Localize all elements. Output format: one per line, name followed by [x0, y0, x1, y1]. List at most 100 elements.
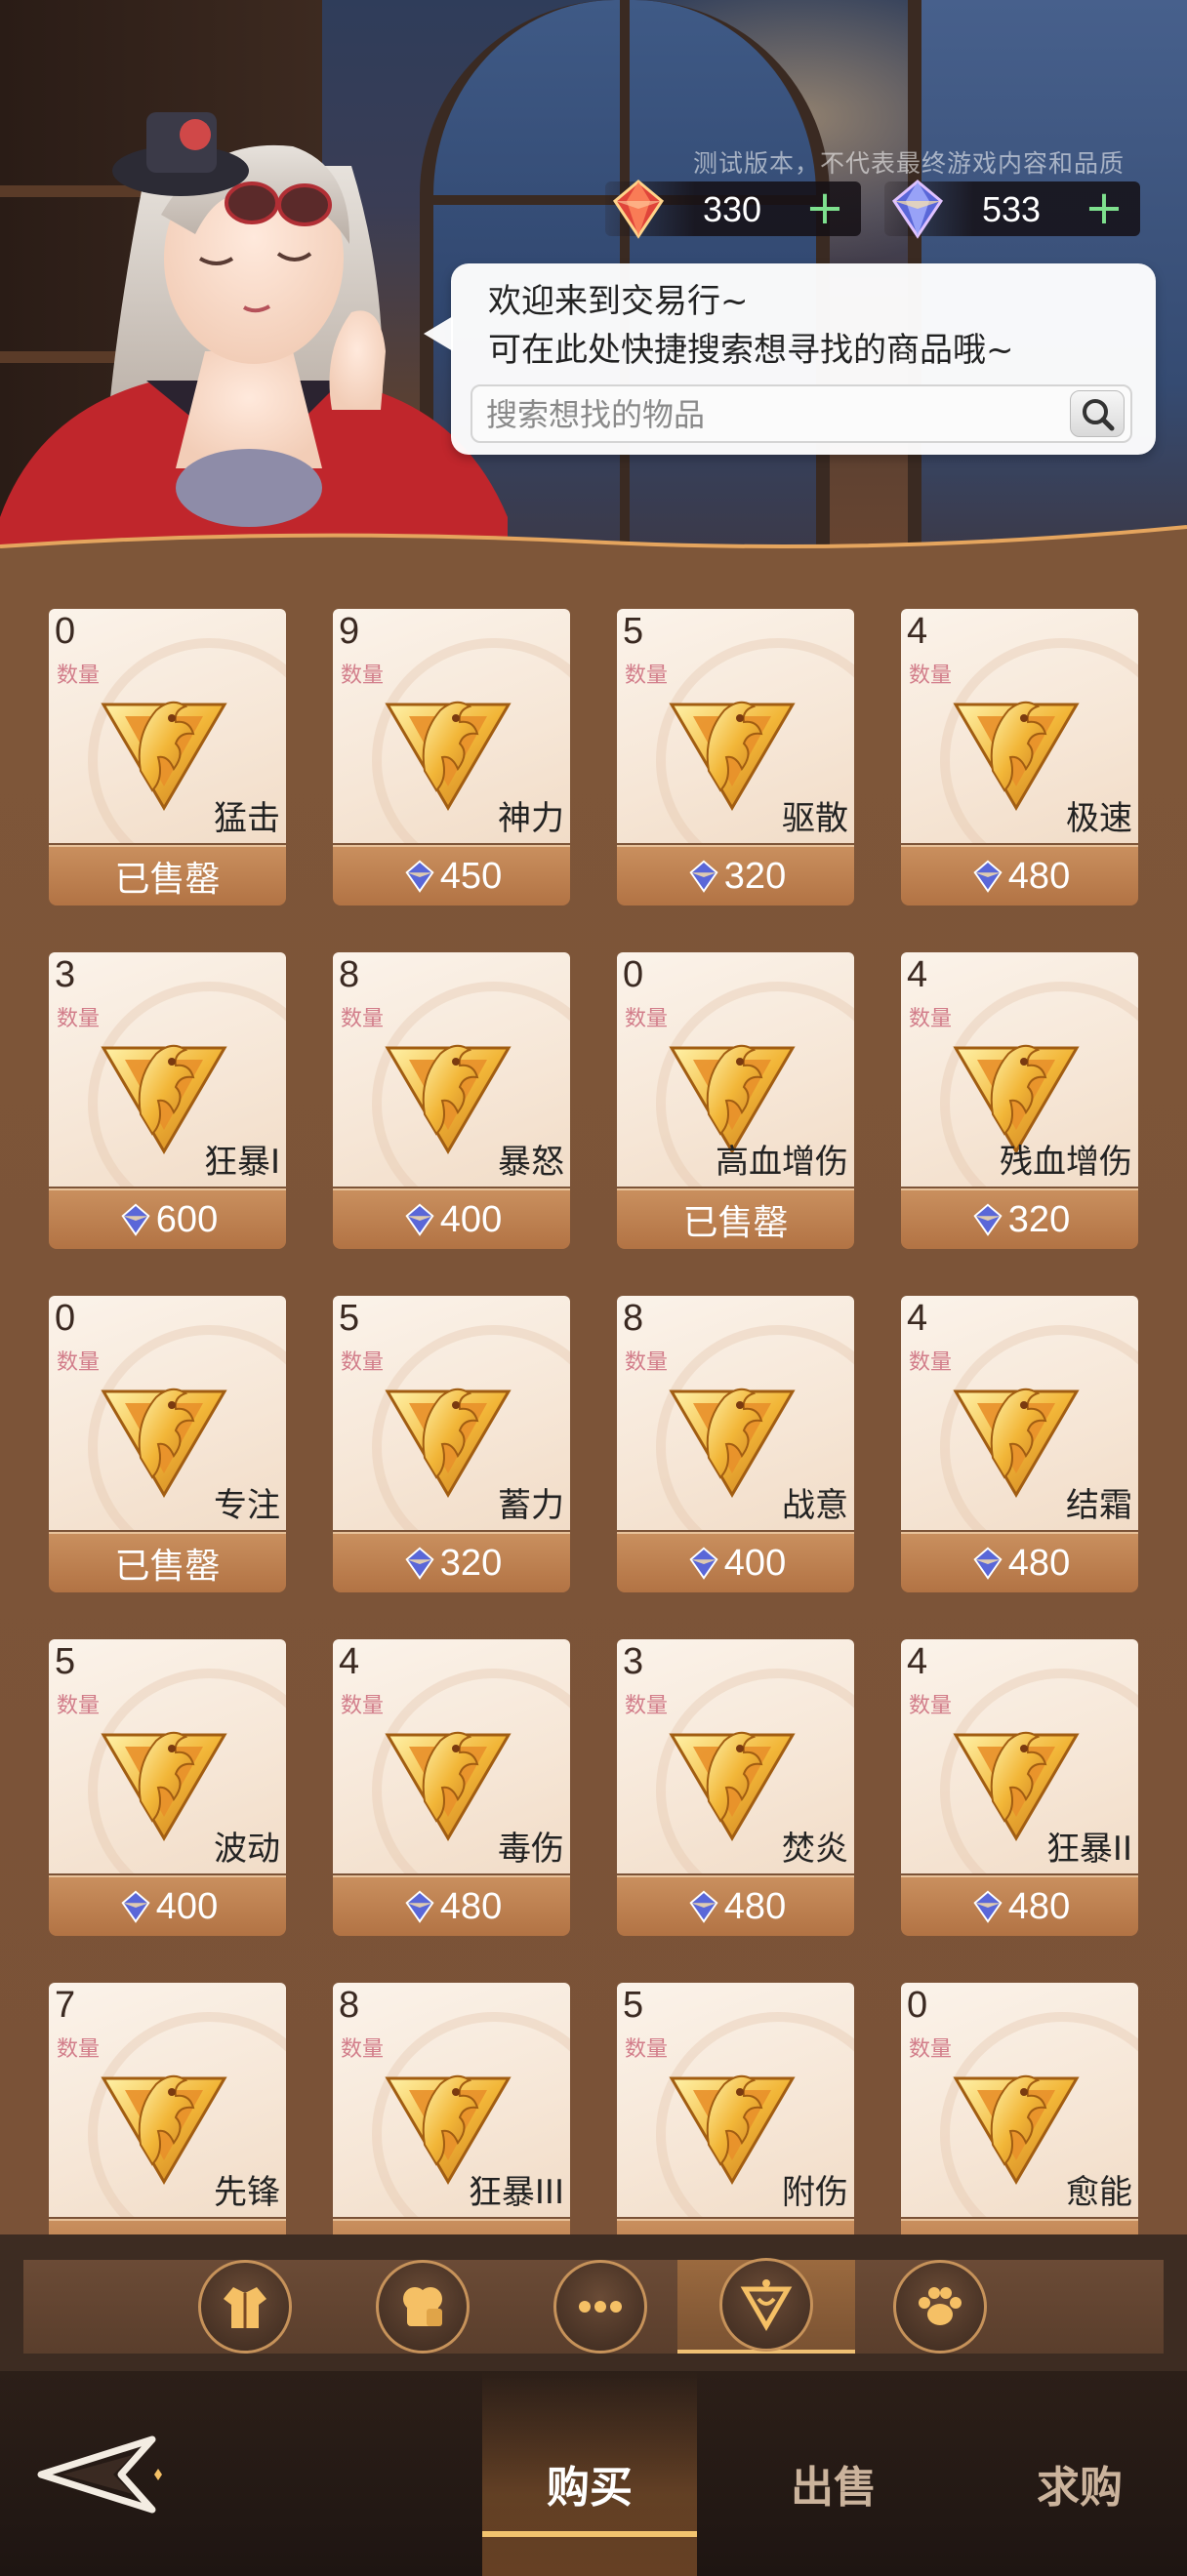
item-name: 狂暴II [1045, 1830, 1132, 1869]
item-card[interactable]: 8 数量 暴怒 400 [333, 952, 570, 1249]
item-count: 5 [55, 1641, 76, 1682]
item-price-bar[interactable]: 450 [333, 845, 570, 906]
item-card[interactable]: 4 数量 狂暴II 480 [901, 1639, 1138, 1936]
search-icon [1083, 399, 1115, 431]
category-food[interactable] [334, 2260, 512, 2354]
bottom-navigation: 购买 出售 求购 [0, 2371, 1187, 2576]
add-red-currency-button[interactable]: + [800, 183, 849, 232]
item-card[interactable]: 5 数量 驱散 320 [617, 609, 854, 906]
item-card[interactable]: 7 数量 先锋 [49, 1983, 286, 2234]
item-price-bar[interactable] [901, 2219, 1138, 2234]
item-count: 0 [907, 1985, 928, 2026]
item-card[interactable]: 0 数量 专注 已售罄 [49, 1296, 286, 1592]
item-card[interactable]: 9 数量 神力 450 [333, 609, 570, 906]
item-card[interactable]: 4 数量 结霜 480 [901, 1296, 1138, 1592]
item-count-label: 数量 [341, 1350, 385, 1375]
greeting-line-2: 可在此处快捷搜索想寻找的商品哦~ [488, 331, 1014, 370]
item-name: 先锋 [214, 2173, 280, 2212]
item-price-bar[interactable]: 已售罄 [49, 1532, 286, 1592]
item-name: 狂暴III [468, 2173, 564, 2212]
item-price-bar[interactable]: 400 [49, 1875, 286, 1936]
item-count-label: 数量 [57, 664, 101, 688]
blue-crystal-icon [405, 1547, 434, 1580]
item-price-bar[interactable]: 480 [333, 1875, 570, 1936]
item-price-bar[interactable]: 480 [901, 845, 1138, 906]
item-card[interactable]: 0 数量 愈能 [901, 1983, 1138, 2234]
item-price-bar[interactable]: 400 [333, 1188, 570, 1249]
blue-crystal-icon [121, 1203, 150, 1236]
item-price-bar[interactable]: 已售罄 [49, 845, 286, 906]
item-card[interactable]: 0 数量 高血增伤 已售罄 [617, 952, 854, 1249]
item-grid-scroll-area[interactable]: 0 数量 猛击 已售罄 9 数量 神力 450 5 数量 驱散 320 4 数量… [0, 585, 1187, 2234]
search-input[interactable] [486, 390, 1033, 439]
item-count-label: 数量 [909, 1350, 953, 1375]
item-price-bar[interactable]: 320 [901, 1188, 1138, 1249]
item-count: 7 [55, 1985, 76, 2026]
emblem-item-icon [385, 1044, 512, 1154]
item-price-bar[interactable] [617, 2219, 854, 2234]
item-price: 400 [155, 1885, 219, 1927]
item-card[interactable]: 5 数量 波动 400 [49, 1639, 286, 1936]
item-card[interactable]: 4 数量 极速 480 [901, 609, 1138, 906]
item-price-bar[interactable] [49, 2219, 286, 2234]
category-more[interactable] [512, 2260, 689, 2354]
search-box [471, 384, 1132, 443]
item-name: 波动 [214, 1830, 280, 1869]
sold-out-label: 已售罄 [114, 1547, 221, 1587]
search-button[interactable] [1070, 390, 1125, 437]
emblem-item-icon [669, 2074, 796, 2185]
item-name: 结霜 [1066, 1486, 1132, 1525]
item-price-bar[interactable]: 480 [901, 1875, 1138, 1936]
item-price: 320 [723, 855, 787, 897]
item-price-bar[interactable]: 320 [333, 1532, 570, 1592]
greeting-line-1: 欢迎来到交易行~ [488, 282, 749, 321]
item-card[interactable]: 3 数量 焚炎 480 [617, 1639, 854, 1936]
back-arrow-icon[interactable] [35, 2426, 172, 2523]
emblem-item-icon [385, 1731, 512, 1841]
item-count-label: 数量 [57, 1694, 101, 1718]
item-name: 极速 [1066, 799, 1132, 838]
item-price: 480 [1007, 855, 1071, 897]
tab-request[interactable]: 求购 [972, 2371, 1187, 2576]
item-card[interactable]: 3 数量 狂暴I 600 [49, 952, 286, 1249]
item-card[interactable]: 8 数量 战意 400 [617, 1296, 854, 1592]
tab-sell-label: 出售 [791, 2463, 877, 2513]
item-price-bar[interactable]: 480 [617, 1875, 854, 1936]
item-card-face: 8 数量 暴怒 [333, 952, 570, 1187]
category-outfit[interactable] [156, 2260, 334, 2354]
item-count: 5 [339, 1298, 360, 1339]
item-card-face: 4 数量 毒伤 [333, 1639, 570, 1873]
blue-crystal-icon [689, 860, 718, 893]
category-emblem[interactable] [677, 2258, 855, 2354]
item-count: 8 [623, 1298, 644, 1339]
blue-crystal-icon [405, 1890, 434, 1923]
item-card[interactable]: 8 数量 狂暴III [333, 1983, 570, 2234]
item-count: 0 [623, 954, 644, 995]
emblem-item-icon [101, 2074, 227, 2185]
item-card[interactable]: 5 数量 蓄力 320 [333, 1296, 570, 1592]
item-price-bar[interactable]: 320 [617, 845, 854, 906]
tab-buy[interactable]: 购买 [482, 2371, 697, 2576]
item-name: 附伤 [782, 2173, 848, 2212]
item-count-label: 数量 [625, 1694, 669, 1718]
item-price-bar[interactable]: 600 [49, 1188, 286, 1249]
item-card[interactable]: 5 数量 附伤 [617, 1983, 854, 2234]
item-count-label: 数量 [341, 664, 385, 688]
currency-blue-amount: 533 [981, 189, 1042, 229]
item-card[interactable]: 0 数量 猛击 已售罄 [49, 609, 286, 906]
item-count-label: 数量 [57, 1007, 101, 1031]
category-pet[interactable] [851, 2260, 1029, 2354]
item-name: 蓄力 [498, 1486, 564, 1525]
item-price-bar[interactable] [333, 2219, 570, 2234]
item-price-bar[interactable]: 480 [901, 1532, 1138, 1592]
add-blue-currency-button[interactable]: + [1080, 183, 1128, 232]
item-price-bar[interactable]: 已售罄 [617, 1188, 854, 1249]
food-icon [403, 2287, 442, 2326]
item-card[interactable]: 4 数量 残血增伤 320 [901, 952, 1138, 1249]
blue-crystal-icon [973, 1890, 1003, 1923]
item-card[interactable]: 4 数量 毒伤 480 [333, 1639, 570, 1936]
item-name: 残血增伤 [1000, 1143, 1132, 1182]
tab-sell[interactable]: 出售 [726, 2371, 941, 2576]
category-strip [23, 2258, 1164, 2354]
item-price-bar[interactable]: 400 [617, 1532, 854, 1592]
